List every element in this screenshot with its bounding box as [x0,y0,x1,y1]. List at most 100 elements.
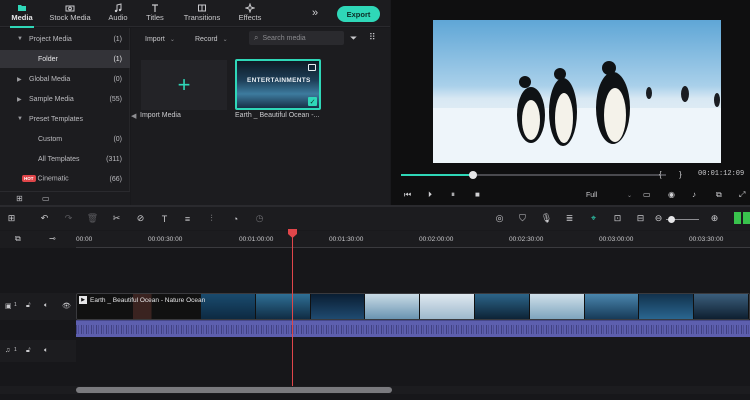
microphone-icon[interactable]: 🎙 [540,212,553,225]
timeline-scrollbar[interactable] [76,387,392,393]
sidebar-item-sample-media[interactable]: ▶ Sample Media (55) [0,90,130,108]
sidebar-item-project-media[interactable]: ▼ Project Media (1) [0,30,130,48]
add-track-icon[interactable]: ⧉ [15,234,21,244]
thumbnail-text: ENTERTAINMENTS [247,77,311,84]
tab-audio[interactable]: Audio [105,2,131,26]
video-preview [433,20,721,163]
import-dropdown[interactable]: Import ⌄ [145,32,175,46]
clip-type-icon [308,64,316,71]
redo-icon[interactable]: ↷ [62,212,75,225]
preview-progress-bar[interactable] [401,171,666,179]
fullscreen-icon[interactable]: ⤢ [739,190,745,200]
search-media-input[interactable]: ⌕ Search media [249,31,344,45]
previous-frame-icon[interactable]: ⏮ [404,190,411,200]
sidebar-item-custom[interactable]: Custom (0) [0,130,130,148]
media-toolbar: Import ⌄ Record ⌄ ⌕ Search media ⏷ ⠿ [131,28,390,50]
text-icon[interactable]: T [158,212,171,225]
ruler-tick-label: 00:02:00:00 [419,236,454,243]
hot-badge: HOT [22,175,36,183]
stabilize-icon[interactable]: ◷ [253,212,266,225]
speed-icon[interactable]: ◔ [229,212,242,225]
tab-stock-media[interactable]: Stock Media [48,2,92,26]
ruler-tick-label: 00:03:30:00 [689,236,724,243]
audio-waveform-clip[interactable] [76,320,750,337]
more-tabs-button[interactable]: » [312,7,318,19]
sparkle-icon [245,2,255,13]
voiceover-list-icon[interactable]: ≣ [563,212,576,225]
chevron-down-icon: ⌄ [222,36,228,43]
timecode: 00:01:12:09 [698,170,745,178]
play-frame-icon[interactable]: ⏵ [428,190,432,200]
import-media-tile[interactable]: + [141,60,227,110]
tab-media[interactable]: Media [8,2,36,28]
split-screen-icon[interactable]: ⊡ [611,212,624,225]
filter-icon[interactable]: ⏷ [350,33,357,44]
tab-transitions[interactable]: Transitions [182,2,222,26]
zoom-in-icon[interactable]: ⊕ [708,212,721,225]
mark-out-button[interactable]: } [679,170,682,179]
collapse-sidebar-icon[interactable]: ◀ [131,112,136,120]
sidebar-item-folder[interactable]: Folder (1) [0,50,130,68]
play-icon: ▶ [79,296,87,304]
new-folder-icon[interactable]: ⊞ [16,194,23,203]
sidebar-item-all-templates[interactable]: All Templates (311) [0,150,130,168]
progress-handle[interactable] [468,171,477,179]
delete-icon[interactable]: 🗑 [86,212,99,225]
zoom-slider-handle[interactable] [668,216,675,223]
timeline-toolbar: ⊞ ↶ ↷ 🗑 ✂ ⊘ T ≡ ⫶ ◔ ◷ ◎ ⛉ 🎙 ≣ ⌖ ⊡ ⊟ ⊖ ⊕ [0,206,750,230]
layout-icon[interactable]: ⊞ [5,212,18,225]
camera-icon [65,2,75,13]
penguin-2 [549,68,577,146]
volume-icon[interactable]: ♪ [692,190,696,199]
ruler-tick-label: 00:00:30:00 [148,236,183,243]
lock-icon[interactable]: 🔓︎ [26,302,31,310]
record-dropdown[interactable]: Record ⌄ [195,32,228,46]
pause-icon[interactable]: ⏸ [451,190,455,200]
zoom-out-icon[interactable]: ⊖ [652,212,665,225]
zoom-fit-icon[interactable]: ⊟ [634,212,647,225]
sidebar-item-cinematic[interactable]: HOT Cinematic (66) [0,170,130,188]
display-icon[interactable]: ▭ [643,190,651,199]
snapshot-icon[interactable]: ◉ [668,190,675,199]
clip-title: ▶ Earth _ Beautiful Ocean - Nature Ocean [79,296,205,304]
audio-adjust-icon[interactable]: ⫶ [205,212,218,225]
audio-track-header: ♫ 1 🔓︎ 🔈︎ [0,340,76,362]
video-track-icon: ▣ [5,303,12,310]
speaker-icon[interactable]: 🔈︎ [44,302,48,310]
cut-icon[interactable]: ✂ [110,212,123,225]
crop-icon[interactable]: ⊘ [134,212,147,225]
link-icon[interactable]: ⊸ [49,234,56,243]
grid-view-icon[interactable]: ⠿ [369,32,376,43]
snap-icon[interactable]: ⌖ [587,212,600,225]
media-clip-thumbnail[interactable]: ENTERTAINMENTS ✓ [235,59,321,110]
ruler-tick-label: 00:01:30:00 [329,236,364,243]
mark-in-button[interactable]: { [659,170,662,179]
motion-tracking-icon[interactable]: ◎ [493,212,506,225]
adjust-icon[interactable]: ≡ [181,212,194,225]
tab-titles[interactable]: Titles [143,2,167,26]
sidebar-item-global-media[interactable]: ▶ Global Media (0) [0,70,130,88]
sidebar-item-preset-templates[interactable]: ▼ Preset Templates [0,110,130,128]
eye-icon[interactable]: 👁︎ [62,302,71,310]
stop-icon[interactable]: ■ [475,190,480,199]
preview-quality-select[interactable]: Full ⌄ [586,189,632,202]
text-t-icon [150,2,160,13]
undo-icon[interactable]: ↶ [38,212,51,225]
tab-effects[interactable]: Effects [236,2,264,26]
timeline-ruler[interactable]: ⧉ ⊸ 00:00 00:00:30:00 00:01:00:00 00:01:… [0,231,750,248]
media-sidebar: ▼ Project Media (1) Folder (1) ▶ Global … [0,28,130,192]
render-icon[interactable]: ⧉ [716,190,722,200]
export-button[interactable]: Export [337,6,380,22]
playhead-line[interactable] [292,231,293,386]
video-clip[interactable]: ▶ Earth _ Beautiful Ocean - Nature Ocean [76,293,750,320]
marker-icon[interactable]: ⛉ [516,212,529,225]
folder-open-icon[interactable]: ▭ [42,194,50,203]
music-note-icon [113,2,123,13]
ruler-tick-label: 00:02:30:00 [509,236,544,243]
chevron-down-icon: ⌄ [626,193,632,199]
ruler-tick-label: 00:00 [76,236,93,243]
import-media-label: Import Media [140,112,181,119]
speaker-icon[interactable]: 🔈︎ [44,347,48,355]
lock-icon[interactable]: 🔓︎ [26,347,31,355]
search-icon: ⌕ [254,33,259,42]
